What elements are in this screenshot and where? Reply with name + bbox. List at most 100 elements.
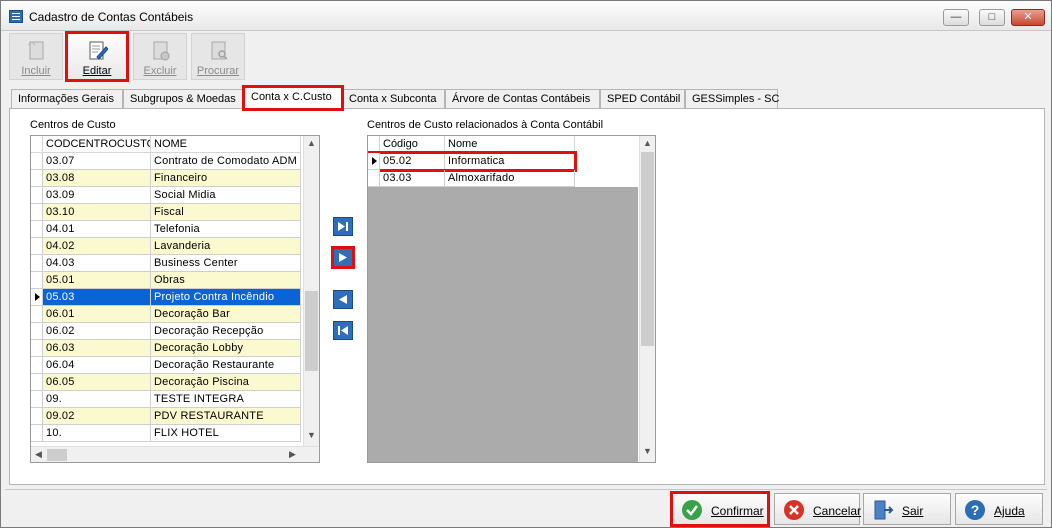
scroll-right-icon[interactable]: ▶: [285, 447, 300, 462]
cell-name: Decoração Recepção: [151, 323, 301, 340]
tab-informacoes-gerais[interactable]: Informações Gerais: [11, 89, 123, 108]
table-row[interactable]: 06.05 Decoração Piscina: [31, 374, 301, 391]
excluir-button[interactable]: Excluir: [133, 33, 187, 80]
row-indicator: [31, 425, 43, 442]
cell-code: 03.09: [43, 187, 151, 204]
incluir-label: Incluir: [21, 65, 51, 77]
procurar-label: Procurar: [196, 65, 240, 77]
scroll-down-icon[interactable]: ▼: [640, 444, 655, 459]
tab-conta-ccusto[interactable]: Conta x C.Custo: [242, 85, 344, 111]
cell-name: Almoxarifado: [445, 170, 575, 187]
minimize-button[interactable]: —: [943, 9, 969, 26]
cell-code: 05.01: [43, 272, 151, 289]
row-indicator: [31, 204, 43, 221]
cell-code: 04.01: [43, 221, 151, 238]
close-button[interactable]: ✕: [1011, 9, 1045, 26]
cell-code: 06.05: [43, 374, 151, 391]
table-row-selected[interactable]: 05.03 Projeto Contra Incêndio: [31, 289, 301, 306]
scroll-thumb[interactable]: [305, 291, 318, 371]
procurar-button[interactable]: Procurar: [191, 33, 245, 80]
app-icon: [9, 10, 23, 23]
cell-code: 04.02: [43, 238, 151, 255]
scroll-thumb[interactable]: [641, 152, 654, 346]
scroll-left-icon[interactable]: ◀: [31, 447, 46, 462]
move-all-right-button[interactable]: [333, 217, 353, 236]
table-row[interactable]: 06.03 Decoração Lobby: [31, 340, 301, 357]
confirmar-button[interactable]: Confirmar: [670, 491, 770, 527]
row-indicator: [31, 187, 43, 204]
editar-button[interactable]: Editar: [65, 31, 129, 82]
tab-conta-subconta[interactable]: Conta x Subconta: [342, 89, 445, 108]
grid-empty-area: [368, 187, 638, 462]
cost-centers-grid: CODCENTROCUSTO NOME 03.07 Contrato de Com…: [30, 135, 320, 463]
cell-name: TESTE INTEGRA: [151, 391, 301, 408]
table-row[interactable]: 04.01 Telefonia: [31, 221, 301, 238]
cell-name: Contrato de Comodato ADM: [151, 153, 301, 170]
maximize-button[interactable]: □: [979, 9, 1005, 26]
table-row[interactable]: 03.07 Contrato de Comodato ADM: [31, 153, 301, 170]
table-row[interactable]: 05.01 Obras: [31, 272, 301, 289]
row-indicator: [31, 408, 43, 425]
incluir-button[interactable]: Incluir: [9, 33, 63, 80]
table-row[interactable]: 09. TESTE INTEGRA: [31, 391, 301, 408]
table-row[interactable]: 03.09 Social Midia: [31, 187, 301, 204]
scroll-up-icon[interactable]: ▲: [640, 136, 655, 151]
table-row[interactable]: 06.01 Decoração Bar: [31, 306, 301, 323]
header-codigo: Código: [380, 136, 445, 153]
left-vertical-scrollbar[interactable]: ▲ ▼: [303, 136, 319, 446]
table-row[interactable]: 04.03 Business Center: [31, 255, 301, 272]
row-indicator: [31, 272, 43, 289]
cell-code: 06.01: [43, 306, 151, 323]
table-row[interactable]: 06.02 Decoração Recepção: [31, 323, 301, 340]
tab-arvore-contas[interactable]: Árvore de Contas Contábeis: [445, 89, 600, 108]
edit-document-icon: [89, 41, 108, 60]
header-nome: NOME: [151, 136, 301, 153]
cell-name: Decoração Piscina: [151, 374, 301, 391]
row-indicator: [31, 238, 43, 255]
cancelar-button[interactable]: Cancelar: [774, 493, 861, 525]
sair-button[interactable]: Sair: [863, 493, 951, 525]
tab-sped-contabil[interactable]: SPED Contábil: [600, 89, 685, 108]
move-right-icon: [339, 253, 347, 262]
row-indicator: [368, 170, 380, 187]
cell-name: FLIX HOTEL: [151, 425, 301, 442]
cell-name: PDV RESTAURANTE: [151, 408, 301, 425]
ajuda-label: Ajuda: [994, 504, 1025, 518]
table-row[interactable]: 04.02 Lavanderia: [31, 238, 301, 255]
scroll-down-icon[interactable]: ▼: [304, 428, 319, 443]
hscroll-thumb[interactable]: [47, 449, 67, 461]
confirmar-label: Confirmar: [711, 504, 764, 518]
cell-code: 10.: [43, 425, 151, 442]
help-icon: ?: [965, 500, 985, 520]
scroll-up-icon[interactable]: ▲: [304, 136, 319, 151]
table-row[interactable]: 10. FLIX HOTEL: [31, 425, 301, 442]
tab-gessimples-sc[interactable]: GESSimples - SC: [685, 89, 779, 108]
tab-panel: Centros de Custo CODCENTROCUSTO NOME 03.…: [9, 108, 1045, 485]
row-indicator: [31, 306, 43, 323]
table-row-current[interactable]: 05.02 Informatica: [368, 151, 577, 172]
cell-code: 09.02: [43, 408, 151, 425]
cell-code: 06.04: [43, 357, 151, 374]
ajuda-button[interactable]: ? Ajuda: [955, 493, 1043, 525]
table-row[interactable]: 03.03 Almoxarifado: [368, 170, 575, 187]
cell-name: Fiscal: [151, 204, 301, 221]
tab-subgrupos-moedas[interactable]: Subgrupos & Moedas: [123, 89, 244, 108]
table-row[interactable]: 03.08 Financeiro: [31, 170, 301, 187]
left-grid-label: Centros de Custo: [30, 119, 116, 131]
left-horizontal-scrollbar[interactable]: ◀ ▶: [31, 446, 319, 462]
row-indicator: [31, 153, 43, 170]
cell-code: 03.03: [380, 170, 445, 187]
move-all-left-button[interactable]: [333, 321, 353, 340]
cell-name: Informatica: [445, 153, 575, 170]
move-left-button[interactable]: [333, 290, 353, 309]
related-cost-centers-grid: Código Nome 05.02 Informatica 03.03 Almoxa…: [367, 135, 656, 463]
table-row[interactable]: 06.04 Decoração Restaurante: [31, 357, 301, 374]
table-row[interactable]: 09.02 PDV RESTAURANTE: [31, 408, 301, 425]
right-vertical-scrollbar[interactable]: ▲ ▼: [639, 136, 655, 462]
header-indicator: [368, 136, 380, 153]
cell-code: 06.02: [43, 323, 151, 340]
window-title: Cadastro de Contas Contábeis: [29, 10, 194, 24]
table-row[interactable]: 03.10 Fiscal: [31, 204, 301, 221]
move-right-button[interactable]: [331, 246, 355, 269]
row-indicator: [31, 391, 43, 408]
